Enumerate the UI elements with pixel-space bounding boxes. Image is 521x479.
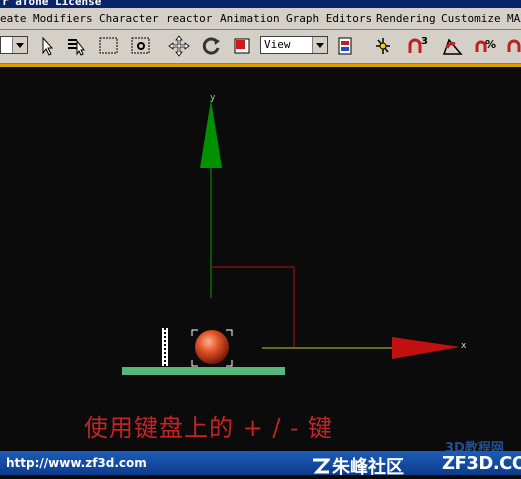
x-axis-arrowhead[interactable] <box>392 337 460 359</box>
window-crossing-icon <box>131 37 150 54</box>
rect-region-icon <box>99 37 118 54</box>
snap-3d-icon: 3 <box>408 36 428 53</box>
select-by-name-icon <box>68 39 86 56</box>
menu-item-max[interactable]: MAX <box>507 12 521 25</box>
pivot-icon <box>338 37 352 55</box>
x-axis-label: x <box>461 341 467 351</box>
menu-item-eate[interactable]: eate <box>0 12 27 25</box>
brand-name: 朱峰社区 <box>312 453 404 479</box>
selection-filter-combo[interactable] <box>0 36 28 54</box>
percent-snap-icon: % <box>475 38 496 52</box>
rotate-icon <box>202 37 220 55</box>
menu-bar: eate Modifiers Character reactor Animation Gr… <box>0 8 521 30</box>
select-icon <box>42 36 54 56</box>
y-axis-label: y <box>210 93 216 103</box>
pivot-center-button[interactable] <box>334 34 360 58</box>
chevron-down-icon[interactable] <box>12 37 27 53</box>
menu-item-graph-editors[interactable]: Graph Editors <box>286 12 372 25</box>
select-button[interactable] <box>34 34 60 58</box>
angle-snap-button[interactable] <box>440 34 466 58</box>
move-icon <box>168 35 190 57</box>
angle-snap-icon <box>442 38 463 55</box>
manipulate-icon <box>376 38 390 54</box>
select-by-name-button[interactable] <box>64 34 90 58</box>
reference-coordinate-value: View <box>264 38 291 51</box>
footer-banner: http://www.zf3d.com 朱峰社区 ZF3D.COM <box>0 451 521 478</box>
menu-item-rendering[interactable]: Rendering <box>376 12 436 25</box>
reference-coordinate-combo[interactable]: View <box>260 36 328 54</box>
svg-text:3: 3 <box>421 36 428 47</box>
ground-plane[interactable] <box>122 367 285 375</box>
window-crossing-button[interactable] <box>128 34 154 58</box>
menu-item-animation[interactable]: Animation <box>220 12 280 25</box>
snap-toggle-button[interactable]: 3 <box>406 34 432 58</box>
percent-snap-button[interactable]: % <box>472 34 498 58</box>
chevron-down-icon[interactable] <box>312 37 327 53</box>
scale-button[interactable] <box>229 34 255 58</box>
menu-item-modifiers[interactable]: Modifiers <box>33 12 93 25</box>
svg-text:%: % <box>485 38 496 51</box>
manipulate-button[interactable] <box>370 34 396 58</box>
menu-item-reactor[interactable]: reactor <box>166 12 212 25</box>
menu-item-character[interactable]: Character <box>99 12 159 25</box>
brand-logo-icon <box>313 458 330 474</box>
site-url[interactable]: http://www.zf3d.com <box>6 456 147 470</box>
scale-icon <box>234 38 250 54</box>
main-toolbar: View 3 % <box>0 30 521 64</box>
menu-item-customize[interactable]: Customize <box>441 12 501 25</box>
viewport-canvas: y x <box>122 93 467 375</box>
spinner-snap-button[interactable] <box>502 34 521 58</box>
move-button[interactable] <box>166 34 192 58</box>
ball-object[interactable] <box>195 330 229 364</box>
perspective-viewport[interactable]: y x 使用键盘上的 + / - 键 <box>0 67 521 450</box>
y-axis-arrowhead[interactable] <box>200 100 222 168</box>
rotate-button[interactable] <box>198 34 224 58</box>
window-title-bar: r afone License <box>0 0 521 8</box>
window-title: r afone License <box>2 0 102 8</box>
rect-region-button[interactable] <box>96 34 122 58</box>
spinner-snap-icon <box>507 39 521 52</box>
instruction-text: 使用键盘上的 + / - 键 <box>84 414 333 442</box>
brand-domain: ZF3D.COM <box>442 453 521 474</box>
